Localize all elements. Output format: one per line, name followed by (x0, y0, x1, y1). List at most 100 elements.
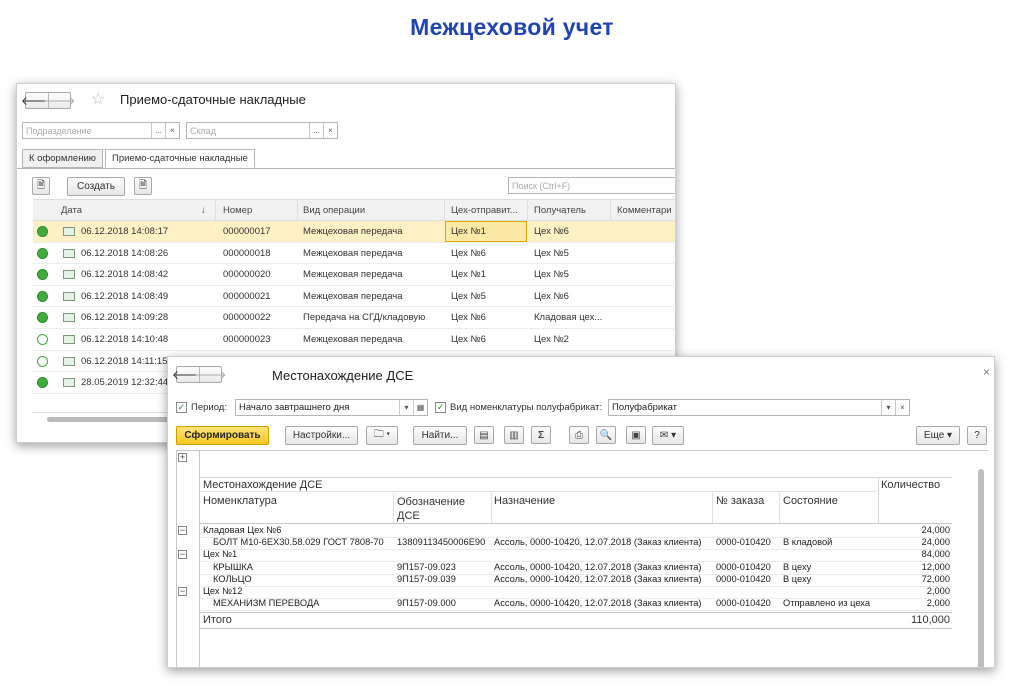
report-cell-nom: КРЫШКА (213, 561, 253, 572)
help-button[interactable]: ? (967, 426, 987, 445)
print-icon[interactable]: ⎙ (569, 426, 589, 444)
col-state: Состояние (783, 495, 838, 507)
cell-num: 000000017 (223, 226, 271, 237)
more-button[interactable]: Еще ▾ (916, 426, 960, 445)
cell-num: 000000018 (223, 247, 271, 259)
period-checkbox[interactable]: ✓ (176, 402, 187, 413)
select-button[interactable]: ... (151, 123, 165, 138)
table-row[interactable]: 06.12.2018 14:08:17 000000017 Межцеховая п… (33, 221, 675, 243)
forward-arrow-icon[interactable]: 🡒 (43, 93, 76, 108)
report-cell-dest: Ассоль, 0000-10420, 12.07.2018 (Заказ кл… (494, 573, 702, 584)
cell-op: Межцеховая передача (303, 334, 403, 345)
collapse-group-icon[interactable]: − (178, 526, 187, 535)
tab-invoices[interactable]: Приемо-сдаточные накладные (105, 149, 255, 168)
create-button[interactable]: Создать (67, 177, 125, 196)
nomenclature-field[interactable]: Полуфабрикат ▾ × (608, 399, 910, 416)
col-number[interactable]: Номер (223, 205, 252, 216)
col-receiver[interactable]: Получатель (534, 205, 586, 216)
document-icon (63, 227, 75, 236)
report-cell-code: 9П157-09.039 (397, 573, 456, 584)
close-icon[interactable]: × (983, 365, 990, 379)
report-cell-qty: 24,000 (921, 525, 950, 535)
dropdown-icon[interactable]: ▾ (881, 400, 895, 415)
variants-button[interactable]: 🗀 ▾ (366, 426, 398, 445)
forward-arrow-icon[interactable]: 🡒 (194, 367, 227, 382)
preview-icon[interactable]: 🔍 (596, 426, 616, 444)
report-cell-state: Отправлено из цеха (783, 598, 871, 609)
find-button[interactable]: Найти... (413, 426, 467, 445)
department-filter[interactable]: Подразделение ... × (22, 122, 180, 139)
period-field[interactable]: Начало завтрашнего дня ▾ ▦ (235, 399, 428, 416)
cell-op: Межцеховая передача (303, 290, 403, 302)
report-cell-state: В кладовой (783, 537, 833, 548)
add-copy-icon[interactable]: 🗎 (32, 177, 50, 195)
col-quantity: Количество (881, 479, 941, 491)
status-icon (37, 226, 48, 237)
cell-date: 06.12.2018 14:08:17 (81, 226, 169, 237)
expand-groups-icon[interactable]: ▤ (474, 426, 494, 444)
select-button[interactable]: ... (309, 123, 323, 138)
report-title: Местонахождение ДСЕ (203, 479, 323, 491)
cell-num: 000000021 (223, 290, 271, 302)
table-row[interactable]: 06.12.2018 14:08:26 000000018 Межцеховая п… (33, 243, 675, 265)
cell-op: Межцеховая передача (303, 226, 403, 237)
table-row[interactable]: 06.12.2018 14:08:42 000000020 Межцеховая п… (33, 264, 675, 286)
search-input[interactable]: Поиск (Ctrl+F) (508, 177, 675, 194)
status-icon (37, 334, 48, 345)
generate-button[interactable]: Сформировать (176, 426, 269, 445)
clear-button[interactable]: × (323, 123, 337, 138)
nomenclature-checkbox[interactable]: ✓ (435, 402, 446, 413)
report-cell-nom: Цех №1 (203, 549, 238, 560)
status-icon (37, 377, 48, 389)
collapse-group-icon[interactable]: − (178, 587, 187, 596)
col-nomenclature: Номенклатура (203, 495, 277, 507)
report-cell-order: 0000-010420 (716, 573, 771, 584)
status-icon (37, 312, 48, 324)
envelope-icon: ✉ ▾ (659, 430, 677, 441)
sum-icon[interactable]: Σ (531, 426, 551, 444)
document-icon (63, 356, 75, 366)
cell-to: Кладовая цех... (534, 312, 603, 324)
cell-date: 06.12.2018 14:08:42 (81, 269, 169, 281)
expand-all-icon[interactable]: + (178, 453, 187, 462)
clear-button[interactable]: × (895, 400, 909, 415)
tab-to-process[interactable]: К оформлению (22, 149, 103, 168)
report-cell-dest: Ассоль, 0000-10420, 12.07.2018 (Заказ кл… (494, 537, 702, 548)
table-row[interactable]: 06.12.2018 14:09:28 000000022 Передача на … (33, 307, 675, 329)
col-sender[interactable]: Цех-отправит... (451, 205, 518, 216)
cell-num: 000000022 (223, 312, 271, 324)
settings-button[interactable]: Настройки... (285, 426, 358, 445)
calendar-icon[interactable]: ▦ (413, 400, 427, 415)
collapse-groups-icon[interactable]: ▥ (504, 426, 524, 444)
document-icon (63, 270, 75, 280)
report-cell-state: В цеху (783, 561, 812, 572)
nav-buttons: 🡐 🡒 (21, 92, 76, 109)
report-cell-dest: Ассоль, 0000-10420, 12.07.2018 (Заказ кл… (494, 598, 702, 609)
col-date[interactable]: Дата (61, 205, 82, 216)
document-icon (63, 313, 75, 323)
save-icon[interactable]: ▣ (626, 426, 646, 444)
clear-button[interactable]: × (165, 123, 179, 138)
vertical-scrollbar[interactable] (978, 469, 984, 667)
col-order: № заказа (716, 495, 765, 507)
grid-header: Дата ↓ Номер Вид операции Цех-отправит..… (33, 199, 675, 222)
col-comment[interactable]: Комментари (617, 205, 672, 216)
email-button[interactable]: ✉ ▾ (652, 426, 684, 445)
col-operation[interactable]: Вид операции (303, 205, 365, 216)
document-icon (63, 335, 75, 344)
status-icon (37, 355, 48, 367)
table-row[interactable]: 06.12.2018 14:10:48 000000023 Межцеховая п… (33, 329, 675, 351)
report-cell-qty: 2,000 (926, 598, 950, 609)
document-icon (63, 248, 75, 258)
report-cell-qty: 24,000 (921, 537, 950, 548)
table-row[interactable]: 06.12.2018 14:08:49 000000021 Межцеховая п… (33, 286, 675, 308)
cell-num: 000000023 (223, 334, 271, 345)
dropdown-icon[interactable]: ▾ (399, 400, 413, 415)
report-cell-order: 0000-010420 (716, 598, 771, 609)
collapse-group-icon[interactable]: − (178, 550, 187, 560)
document-icon[interactable]: 🗎 (134, 177, 152, 195)
cell-date: 06.12.2018 14:11:15 (81, 355, 168, 367)
cell-from: Цех №1 (451, 269, 486, 281)
store-filter[interactable]: Склад ... × (186, 122, 338, 139)
favorite-star-icon[interactable]: ☆ (91, 89, 105, 109)
